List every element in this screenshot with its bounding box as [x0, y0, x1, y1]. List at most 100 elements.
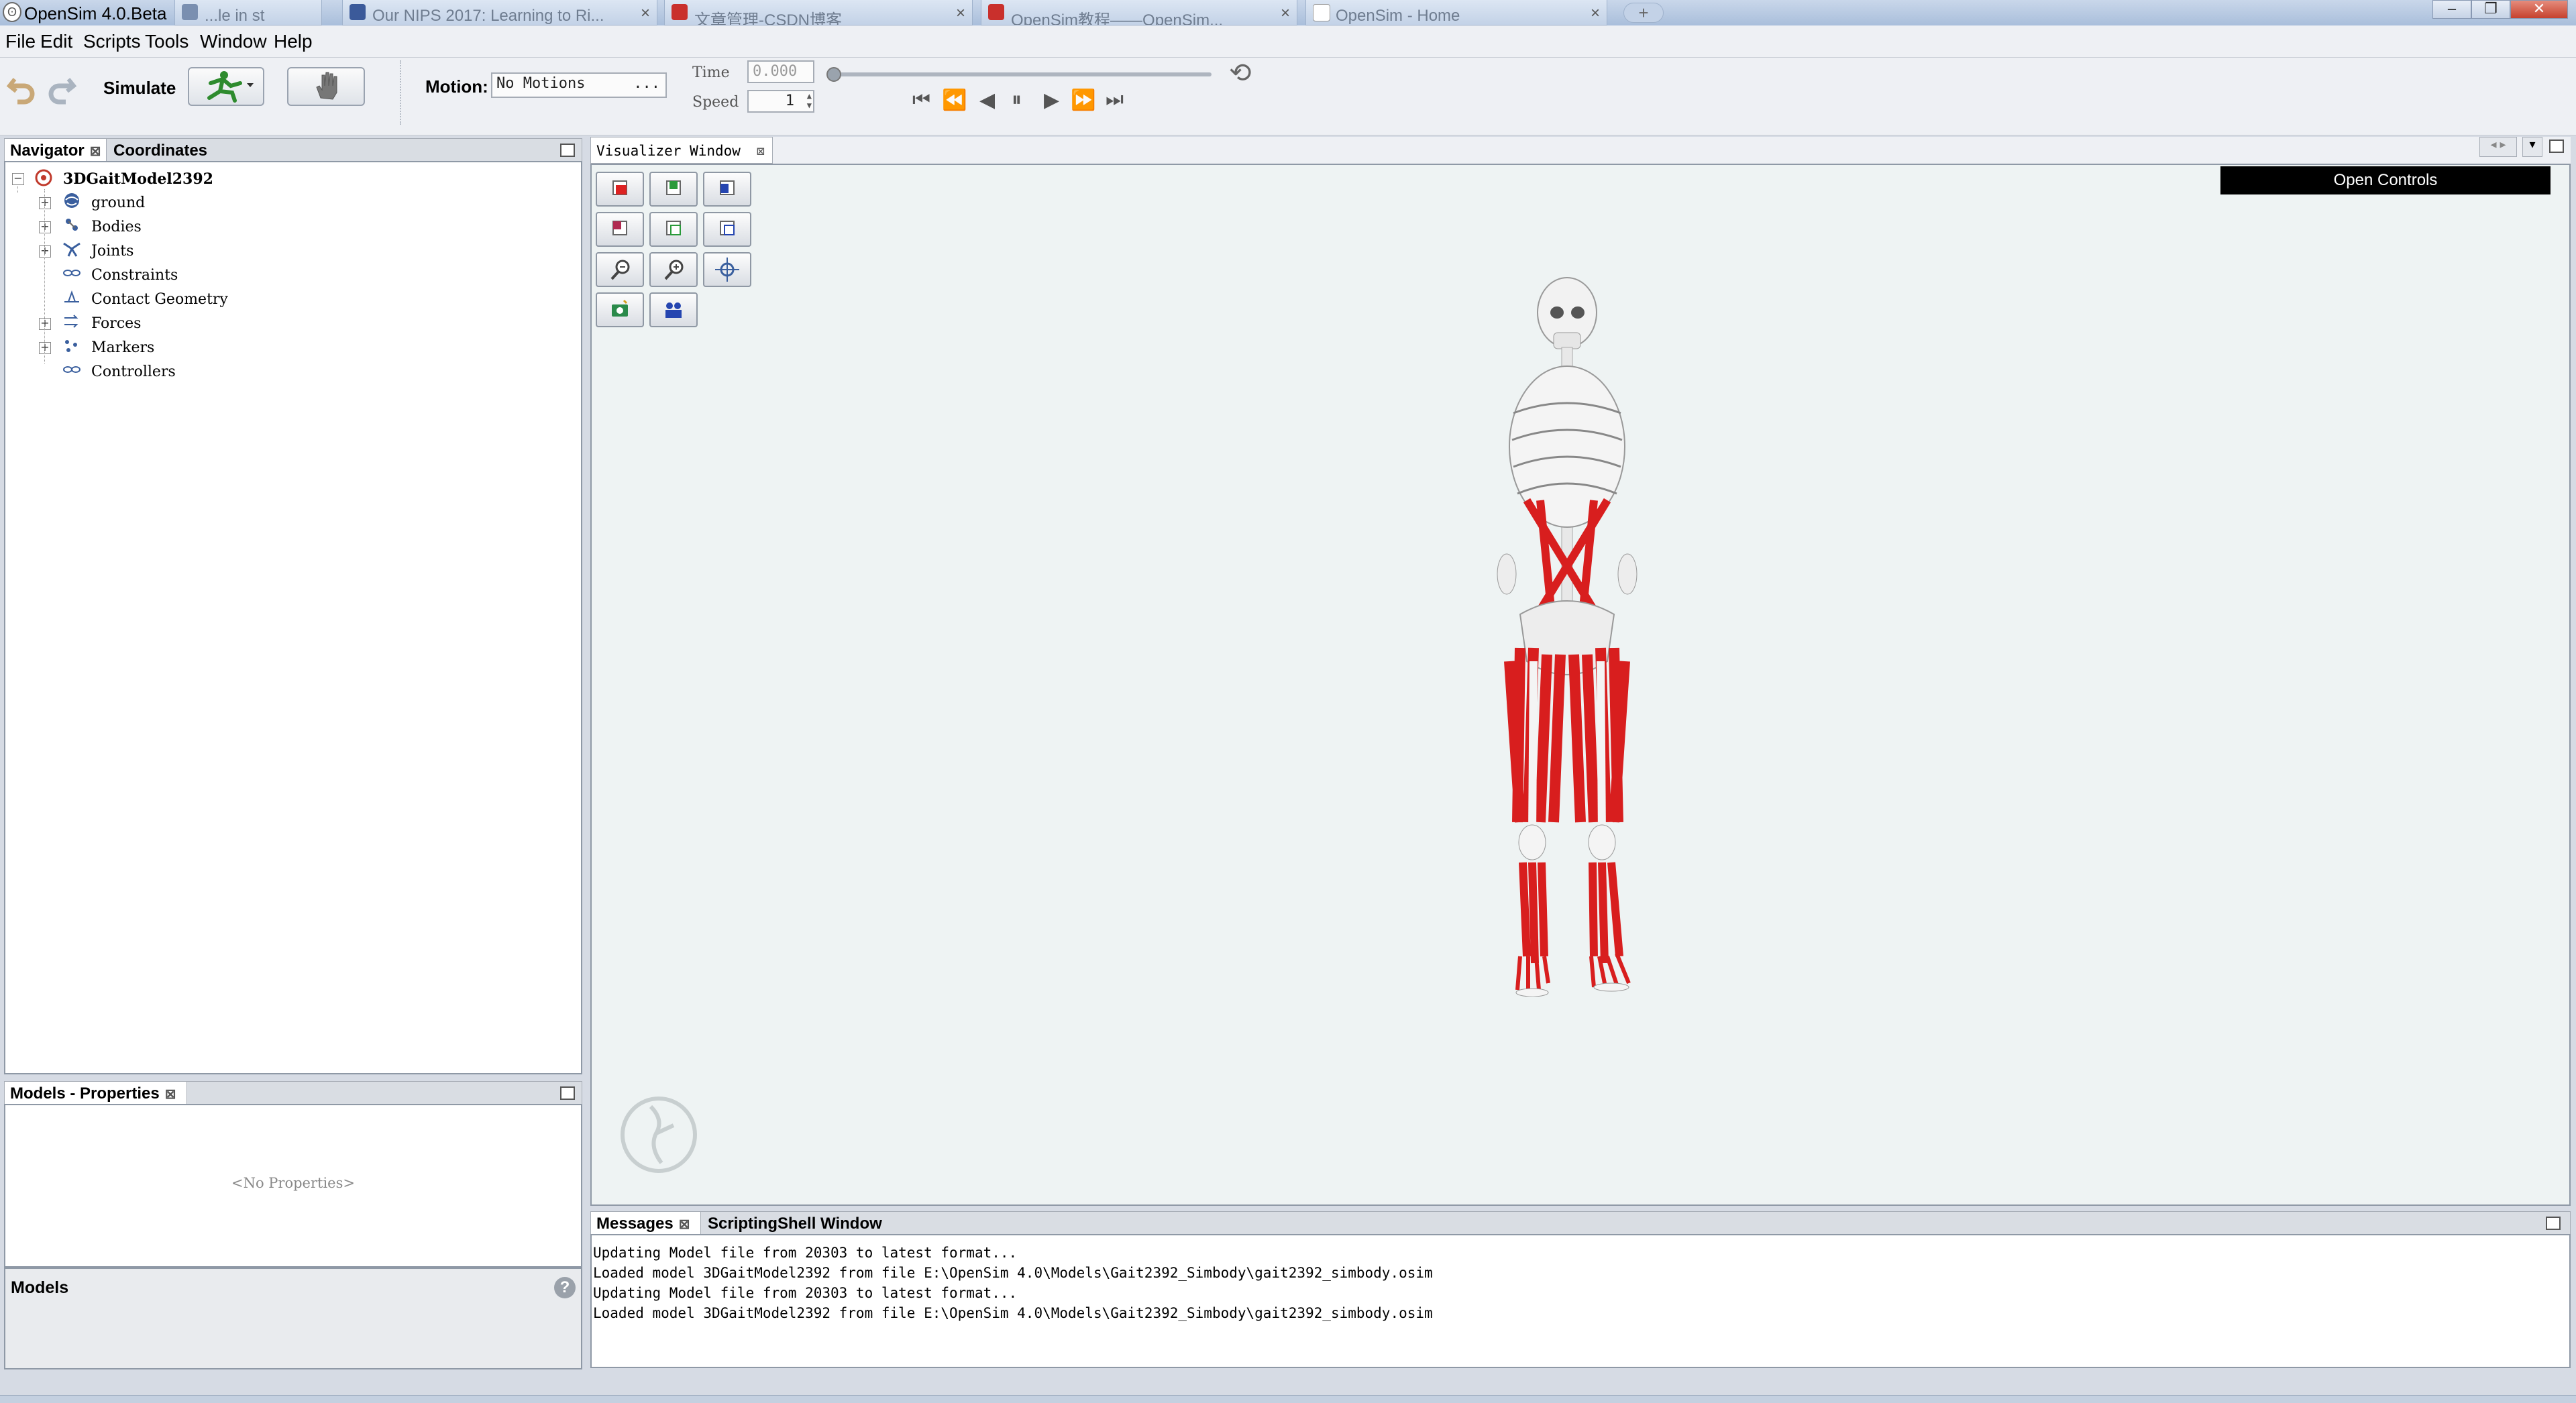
properties-footer-title: Models [11, 1278, 69, 1297]
undo-icon[interactable] [5, 72, 38, 105]
tree-expand-icon[interactable]: + [39, 197, 51, 209]
contact-geometry-icon [64, 290, 79, 302]
minimize-panel-icon[interactable] [2549, 139, 2564, 153]
tab-visualizer-window[interactable]: Visualizer Window ⊠ [590, 137, 773, 164]
tree-guide-line [44, 189, 45, 363]
hand-icon [316, 72, 337, 100]
musculoskeletal-model[interactable] [1453, 272, 1681, 997]
first-frame-icon[interactable]: ⏮ [912, 89, 930, 111]
open-controls-button[interactable]: Open Controls [2220, 166, 2551, 194]
zoom-out-button[interactable] [596, 252, 644, 287]
help-icon[interactable]: ? [554, 1277, 576, 1298]
tab-messages[interactable]: Messages ⊠ [591, 1212, 701, 1235]
tab-coordinates[interactable]: Coordinates [108, 139, 209, 162]
iso-view-button[interactable] [703, 212, 751, 247]
zoom-in-icon [664, 260, 684, 280]
tree-expand-icon[interactable]: + [39, 221, 51, 233]
menu-scripts[interactable]: Scripts [83, 31, 141, 52]
new-tab-button[interactable]: + [1623, 3, 1664, 23]
pan-hand-button[interactable] [287, 67, 365, 106]
tab-scriptingshell-window[interactable]: ScriptingShell Window [702, 1212, 904, 1235]
minimize-button[interactable]: – [2432, 0, 2471, 19]
loop-icon[interactable]: ⟲ [1229, 58, 1252, 89]
tree-item-ground[interactable]: ground [91, 194, 145, 211]
pause-icon[interactable]: ⏸ [1012, 89, 1022, 111]
last-frame-icon[interactable]: ⏭ [1106, 89, 1124, 111]
background-browser-tab[interactable]: OpenSim - Home × [1305, 0, 1607, 25]
tab-close-icon[interactable]: ⊠ [679, 1217, 690, 1232]
tab-list-icon[interactable]: ▾ [2522, 137, 2542, 157]
tab-close-icon[interactable]: ⊠ [757, 143, 765, 159]
top-view-button[interactable] [596, 212, 644, 247]
tab-close-icon[interactable]: × [1591, 4, 1600, 23]
log-line: Updating Model file from 20303 to latest… [593, 1245, 1018, 1261]
redo-icon[interactable] [46, 72, 78, 105]
model-icon [35, 169, 52, 186]
motion-more-button[interactable]: ... [633, 75, 660, 92]
step-forward-icon[interactable]: ⏩ [1071, 89, 1095, 112]
tree-item-joints[interactable]: Joints [91, 243, 133, 260]
front-view-button[interactable] [596, 172, 644, 207]
menu-edit[interactable]: Edit [40, 31, 72, 52]
side-view-button[interactable] [649, 172, 698, 207]
visualizer-canvas[interactable]: Open Controls [590, 164, 2571, 1206]
tab-favicon-icon [182, 4, 198, 20]
menu-window[interactable]: Window [200, 31, 267, 52]
back-view-icon [720, 180, 735, 195]
tab-close-icon[interactable]: ⊠ [90, 144, 101, 159]
background-browser-tab[interactable]: Our NIPS 2017: Learning to Ri... × [342, 0, 657, 25]
restore-button[interactable]: ❐ [2471, 0, 2510, 19]
tree-item-constraints[interactable]: Constraints [91, 267, 178, 284]
tree-collapse-icon[interactable]: − [12, 173, 24, 185]
tab-close-icon[interactable]: × [641, 4, 650, 23]
run-simulation-button[interactable] [188, 67, 264, 106]
motion-select[interactable]: No Motions ... [491, 72, 667, 98]
opensim-watermark-icon [621, 1097, 697, 1173]
tab-close-icon[interactable]: × [1281, 4, 1290, 23]
visualizer-header: Visualizer Window ⊠ ◂ ▸ ▾ [590, 137, 2571, 164]
time-field[interactable]: 0.000 [747, 60, 814, 83]
tree-item-markers[interactable]: Markers [91, 339, 154, 356]
back-view-button[interactable] [703, 172, 751, 207]
play-reverse-icon[interactable]: ◀ [979, 89, 995, 112]
bottom-view-button[interactable] [649, 212, 698, 247]
menu-tools[interactable]: Tools [145, 31, 189, 52]
tree-expand-icon[interactable]: + [39, 342, 51, 354]
tab-close-icon[interactable]: × [956, 4, 965, 23]
tree-item-bodies[interactable]: Bodies [91, 219, 142, 235]
snapshot-button[interactable] [596, 292, 644, 327]
tab-models-properties[interactable]: Models - Properties ⊠ [5, 1082, 187, 1105]
tree-root-model[interactable]: 3DGaitModel2392 [63, 170, 213, 188]
record-movie-button[interactable] [649, 292, 698, 327]
zoom-in-button[interactable] [649, 252, 698, 287]
tab-navigator[interactable]: Navigator ⊠ [5, 139, 107, 162]
menu-help[interactable]: Help [274, 31, 313, 52]
tab-close-icon[interactable]: ⊠ [165, 1087, 176, 1102]
iso-view-icon [720, 221, 735, 235]
minimize-panel-icon[interactable] [560, 1086, 575, 1100]
step-back-icon[interactable]: ⏪ [942, 89, 967, 112]
speed-label: Speed [692, 94, 739, 111]
close-button[interactable]: ✕ [2510, 0, 2568, 19]
background-browser-tab[interactable]: OpenSim教程——OpenSim... × [981, 0, 1297, 25]
forces-icon [64, 315, 78, 328]
play-icon[interactable]: ▶ [1044, 89, 1059, 112]
navigator-header: Navigator ⊠ Coordinates [4, 138, 582, 162]
stepper-arrows-icon[interactable]: ▲ ▼ [807, 91, 812, 110]
fit-view-button[interactable] [703, 252, 751, 287]
menu-file[interactable]: File [5, 31, 36, 52]
tree-item-forces[interactable]: Forces [91, 315, 141, 332]
log-line: Loaded model 3DGaitModel2392 from file E… [593, 1265, 1433, 1281]
scroll-tabs-icon[interactable]: ◂ ▸ [2479, 137, 2517, 157]
background-browser-tab[interactable]: ...le in st [174, 0, 322, 25]
tree-expand-icon[interactable]: + [39, 318, 51, 330]
time-slider[interactable] [829, 72, 1212, 76]
minimize-panel-icon[interactable] [2546, 1217, 2561, 1230]
tree-expand-icon[interactable]: + [39, 245, 51, 258]
speed-stepper[interactable]: 1 ▲ ▼ [747, 90, 814, 113]
tree-item-controllers[interactable]: Controllers [91, 363, 176, 380]
background-browser-tab[interactable]: 文章管理-CSDN博客 × [664, 0, 973, 25]
minimize-panel-icon[interactable] [560, 144, 575, 157]
time-slider-thumb[interactable] [826, 67, 841, 82]
tree-item-contact-geometry[interactable]: Contact Geometry [91, 291, 228, 308]
